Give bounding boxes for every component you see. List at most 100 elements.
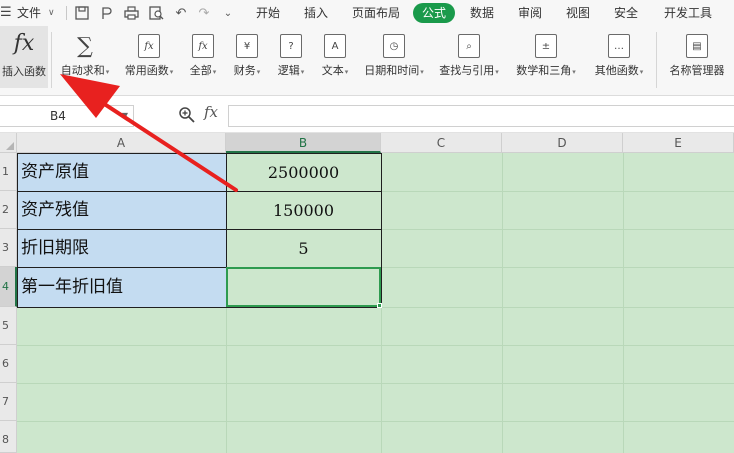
row-header-2[interactable]: 2	[0, 191, 17, 229]
gridline	[17, 421, 734, 422]
common-function-icon: fx	[138, 34, 160, 58]
divider	[66, 6, 67, 20]
divider	[51, 32, 52, 88]
file-menu[interactable]: 文件	[17, 0, 41, 26]
insert-function-button[interactable]: fx 插入函数	[0, 26, 48, 88]
redo-icon[interactable]: ↷	[196, 5, 212, 21]
fx-icon: fx	[13, 31, 35, 56]
more-functions-label: 其他函数	[594, 64, 639, 77]
output-icon[interactable]	[99, 5, 115, 21]
lookup-reference-label: 查找与引用	[439, 64, 495, 77]
caret-down-icon: ▾	[212, 68, 217, 76]
column-header-d[interactable]: D	[502, 133, 623, 153]
tab-review[interactable]: 审阅	[518, 0, 542, 26]
divider	[656, 32, 657, 88]
name-manager-button[interactable]: ▤ 名称管理器	[662, 26, 732, 96]
fill-handle[interactable]	[377, 303, 382, 308]
row-header-6[interactable]: 6	[0, 345, 17, 383]
select-all-corner[interactable]	[0, 133, 17, 153]
row-header-4[interactable]: 4	[0, 267, 17, 307]
common-functions-button[interactable]: fx 常用函数▾	[118, 26, 180, 96]
logic-label: 逻辑	[277, 64, 300, 77]
datetime-icon: ◷	[383, 34, 405, 58]
datetime-button[interactable]: ◷ 日期和时间▾	[358, 26, 430, 96]
cell-b1[interactable]: 2500000	[226, 153, 381, 191]
caret-down-icon: ▾	[256, 68, 261, 76]
tab-page-layout[interactable]: 页面布局	[352, 0, 400, 26]
row-header-1[interactable]: 1	[0, 153, 17, 191]
autosum-button[interactable]: ∑ 自动求和▾	[54, 26, 116, 96]
spreadsheet-grid[interactable]: A B C D E 1 2 3 4 5 6 7 8 资产原值 资产残值 折旧期限…	[0, 133, 734, 453]
tab-developer[interactable]: 开发工具	[664, 0, 712, 26]
name-box-dropdown-icon[interactable]: ▼	[122, 106, 128, 126]
column-header-b[interactable]: B	[226, 133, 381, 153]
tab-data[interactable]: 数据	[470, 0, 494, 26]
customize-toolbar-icon[interactable]: ⌄	[220, 5, 236, 21]
cell-a1[interactable]: 资产原值	[17, 153, 226, 191]
caret-down-icon: ▾	[572, 68, 576, 76]
caret-down-icon: ▾	[420, 68, 424, 76]
name-box[interactable]: B4 ▼	[0, 105, 134, 127]
cell-a4[interactable]: 第一年折旧值	[17, 267, 226, 307]
finance-button[interactable]: ¥ 财务▾	[226, 26, 268, 96]
row-header-8[interactable]: 8	[0, 421, 17, 453]
name-manager-icon: ▤	[686, 34, 708, 58]
text-button[interactable]: A 文本▾	[314, 26, 356, 96]
cell-a2[interactable]: 资产残值	[17, 191, 226, 229]
gridline	[502, 153, 503, 453]
fx-icon[interactable]: fx	[204, 103, 218, 121]
row-header-5[interactable]: 5	[0, 307, 17, 345]
caret-down-icon: ▾	[344, 68, 349, 76]
text-icon: A	[324, 34, 346, 58]
logic-button[interactable]: ? 逻辑▾	[270, 26, 312, 96]
row-header-3[interactable]: 3	[0, 229, 17, 267]
math-trig-button[interactable]: ± 数学和三角▾	[508, 26, 584, 96]
zoom-icon[interactable]	[178, 106, 196, 124]
tab-view[interactable]: 视图	[566, 0, 590, 26]
all-functions-button[interactable]: fx 全部▾	[182, 26, 224, 96]
math-trig-icon: ±	[535, 34, 557, 58]
formula-input[interactable]	[228, 105, 734, 127]
hamburger-menu-icon[interactable]: ☰	[0, 0, 14, 26]
insert-function-label: 插入函数	[2, 65, 46, 78]
name-box-value: B4	[50, 109, 66, 123]
all-functions-label: 全部	[189, 64, 212, 77]
tab-security[interactable]: 安全	[614, 0, 638, 26]
logic-icon: ?	[280, 34, 302, 58]
math-trig-label: 数学和三角	[516, 64, 572, 77]
caret-down-icon: ▾	[639, 68, 644, 76]
save-icon[interactable]	[74, 5, 90, 21]
caret-down-icon: ▾	[300, 68, 305, 76]
caret-down-icon: ▾	[495, 68, 499, 76]
column-header-a[interactable]: A	[17, 133, 226, 153]
ribbon: fx 插入函数 ∑ 自动求和▾ fx 常用函数▾ fx 全部▾ ¥ 财务▾ ? …	[0, 26, 734, 96]
active-cell-selection[interactable]	[226, 267, 381, 307]
gridline	[623, 153, 624, 453]
gridline	[17, 383, 734, 384]
tab-insert[interactable]: 插入	[304, 0, 328, 26]
print-preview-icon[interactable]	[148, 5, 164, 21]
cell-b2[interactable]: 150000	[226, 191, 381, 229]
lookup-reference-button[interactable]: ⌕ 查找与引用▾	[432, 26, 506, 96]
undo-icon[interactable]: ↶	[173, 5, 189, 21]
gridline	[17, 345, 734, 346]
tab-formulas[interactable]: 公式	[413, 3, 455, 23]
autosum-label: 自动求和	[60, 64, 105, 77]
more-functions-icon: …	[608, 34, 630, 58]
cell-a3[interactable]: 折旧期限	[17, 229, 226, 267]
tab-home[interactable]: 开始	[256, 0, 280, 26]
common-functions-label: 常用函数	[124, 64, 169, 77]
column-header-c[interactable]: C	[381, 133, 502, 153]
print-icon[interactable]	[123, 5, 139, 21]
menu-bar: ☰ 文件 ∨ ↶ ↷ ⌄ 开始 插入 页面布局 公式 数据 审阅 视图 安全 开…	[0, 0, 734, 26]
formula-bar: B4 ▼ fx	[0, 97, 734, 133]
row-header-7[interactable]: 7	[0, 383, 17, 421]
column-header-e[interactable]: E	[623, 133, 734, 153]
more-functions-button[interactable]: … 其他函数▾	[586, 26, 652, 96]
finance-label: 财务	[233, 64, 256, 77]
cell-b3[interactable]: 5	[226, 229, 381, 267]
sigma-icon: ∑	[77, 33, 93, 59]
file-dropdown-icon[interactable]: ∨	[48, 0, 55, 26]
caret-down-icon: ▾	[169, 68, 174, 76]
name-manager-label: 名称管理器	[669, 64, 725, 77]
